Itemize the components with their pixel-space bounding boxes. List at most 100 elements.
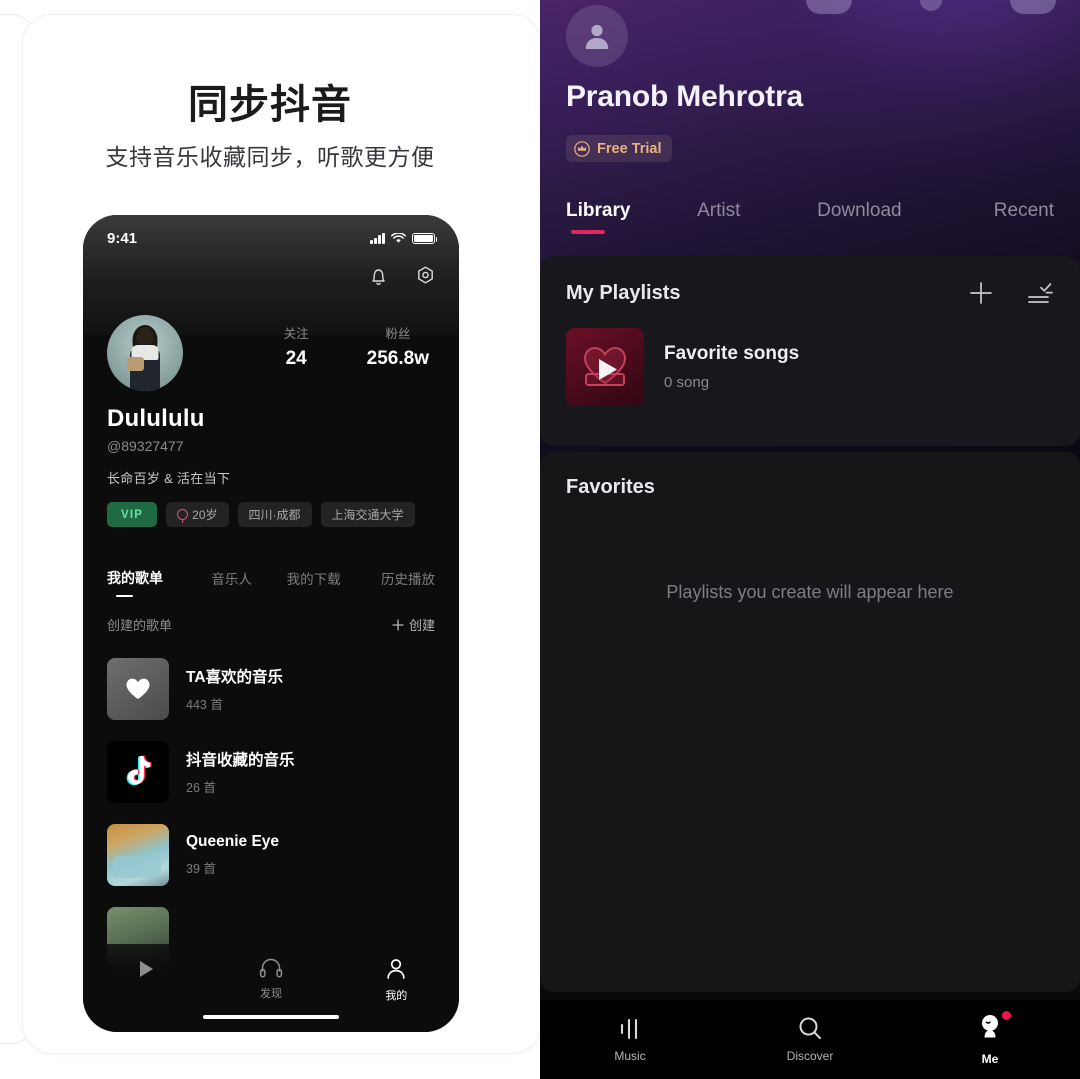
right-app-panel: Pranob Mehrotra Free Trial Library Artis… (540, 0, 1080, 1079)
playlist-title: 抖音收藏的音乐 (186, 752, 295, 769)
app-bottom-nav: Music Discover Me (540, 1000, 1080, 1079)
section-title: My Playlists (566, 281, 681, 304)
playlist-count: 39 首 (186, 862, 216, 876)
profile-row: 关注 24 粉丝 256.8w (107, 315, 435, 391)
stat-followers[interactable]: 粉丝 256.8w (367, 323, 429, 370)
list-item-info: Favorite songs 0 song (664, 343, 799, 391)
phone-profile-section: 关注 24 粉丝 256.8w Dulululu @89327477 长命百岁 … (83, 315, 459, 527)
playlist-artwork (566, 328, 644, 406)
create-playlist-button[interactable]: 创建 (392, 615, 435, 634)
section-header: Favorites (540, 452, 1080, 499)
nav-music[interactable]: Music (540, 1017, 720, 1063)
section-title: Favorites (566, 476, 655, 498)
list-item[interactable]: 抖音收藏的音乐 26 首 (107, 741, 435, 803)
crown-icon (574, 140, 590, 157)
playlist-title: Queenie Eye (186, 833, 280, 850)
profile-handle: @89327477 (107, 438, 184, 454)
list-item[interactable]: TA喜欢的音乐 443 首 (107, 658, 435, 720)
tab-musicians[interactable]: 音乐人 (192, 568, 271, 597)
app-tabs: Library Artist Download Recent (540, 200, 1080, 236)
list-item[interactable]: Queenie Eye 39 首 (107, 824, 435, 886)
stat-label: 粉丝 (385, 327, 411, 341)
battery-icon (412, 232, 438, 244)
nav-play[interactable] (83, 958, 208, 980)
me-avatar-icon (982, 1014, 998, 1037)
heart-play-icon (583, 346, 627, 386)
tag-vip[interactable]: VIP (107, 502, 158, 527)
photo-thumb (107, 824, 169, 886)
phone-mockup: 9:41 关注 24 粉丝 256.8w Dulululu @89327477 … (83, 215, 459, 1032)
tab-downloads[interactable]: 我的下载 (271, 568, 356, 597)
status-icon-1 (806, 0, 852, 14)
nav-discover[interactable]: 发现 (208, 958, 333, 1001)
status-badge[interactable]: Free Trial (566, 135, 673, 162)
promo-subtitle: 支持音乐收藏同步，听歌更方便 (105, 144, 435, 170)
nav-label: Discover (786, 1049, 834, 1063)
playlist-title: Favorite songs (664, 343, 800, 364)
phone-bottom-nav: 发现 我的 (83, 944, 459, 1032)
headphones-icon (259, 958, 283, 978)
nav-label: Me (981, 1051, 999, 1066)
playlist-title: TA喜欢的音乐 (186, 669, 284, 686)
plus-icon (392, 618, 404, 631)
list-item[interactable]: Favorite songs 0 song (540, 306, 1080, 406)
tab-my-playlists[interactable]: 我的歌单 (107, 568, 192, 597)
profile-username: Dulululu (107, 405, 205, 432)
tab-recent[interactable]: Recent (947, 200, 1054, 236)
nav-label: 发现 (259, 988, 282, 1000)
list-item-info: Queenie Eye 39 首 (186, 833, 279, 877)
home-indicator (203, 1014, 339, 1019)
avatar[interactable] (566, 5, 628, 67)
section-actions (968, 280, 1054, 306)
tab-history[interactable]: 历史播放 (356, 568, 435, 597)
tag-age[interactable]: 20岁 (166, 502, 229, 527)
tag-school[interactable]: 上海交通大学 (320, 502, 415, 527)
promo-title: 同步抖音 (188, 83, 352, 127)
phone-tabs: 我的歌单 音乐人 我的下载 历史播放 (83, 568, 459, 597)
sort-icon[interactable] (1028, 282, 1054, 304)
play-icon (139, 961, 153, 977)
plus-icon[interactable] (968, 280, 994, 306)
empty-state-text: Playlists you create will appear here (666, 582, 954, 602)
status-icon-3 (1010, 0, 1056, 14)
top-status-icons (806, 0, 1056, 14)
search-icon (799, 1017, 821, 1040)
gender-icon (177, 509, 189, 520)
create-playlist-label: 创建 (408, 618, 435, 633)
list-item-info: 抖音收藏的音乐 26 首 (186, 748, 295, 796)
person-icon (387, 959, 405, 979)
profile-stats: 关注 24 粉丝 256.8w (284, 315, 435, 370)
stat-value: 24 (285, 348, 307, 369)
my-playlists-section: My Playlists Favorite songs 0 song (540, 256, 1080, 446)
tab-library[interactable]: Library (566, 200, 683, 236)
favorites-section: Favorites Playlists you create will appe… (540, 452, 1080, 992)
tag-location[interactable]: 四川·成都 (237, 502, 312, 527)
tab-artist[interactable]: Artist (683, 200, 805, 236)
stat-following[interactable]: 关注 24 (284, 323, 309, 370)
stat-label: 关注 (283, 327, 309, 341)
heart-icon (126, 678, 150, 699)
nav-label: Music (614, 1048, 646, 1063)
profile-bio: 长命百岁 & 活在当下 (107, 471, 231, 486)
status-icon-2 (920, 0, 942, 11)
playlist-count: 443 首 (186, 698, 223, 712)
created-playlists-row: 创建的歌单 创建 (83, 615, 459, 634)
tab-download[interactable]: Download (805, 200, 947, 236)
status-time: 9:41 (107, 229, 138, 247)
profile-tags: VIP 20岁 四川·成都 上海交通大学 (107, 502, 435, 527)
gear-icon[interactable] (414, 265, 437, 288)
nav-me[interactable]: Me (900, 1010, 1080, 1066)
phone-playlist-list: TA喜欢的音乐 443 首 抖音收藏的音乐 26 首 Queenie Eye 3… (83, 658, 459, 990)
tag-age-label: 20岁 (192, 508, 218, 522)
left-promo-panel: 同步抖音 支持音乐收藏同步，听歌更方便 9:41 关注 24 粉丝 256.8w… (0, 0, 540, 1079)
bell-icon[interactable] (368, 265, 389, 287)
playlist-count: 26 首 (186, 781, 216, 795)
wifi-icon (391, 232, 406, 243)
user-avatar[interactable] (107, 315, 183, 391)
nav-me[interactable]: 我的 (334, 958, 459, 1003)
signal-bars-icon (370, 232, 385, 244)
stat-value: 256.8w (366, 348, 429, 369)
phone-status-bar: 9:41 (83, 215, 459, 261)
notification-badge (1002, 1010, 1011, 1020)
nav-discover[interactable]: Discover (720, 1016, 900, 1063)
